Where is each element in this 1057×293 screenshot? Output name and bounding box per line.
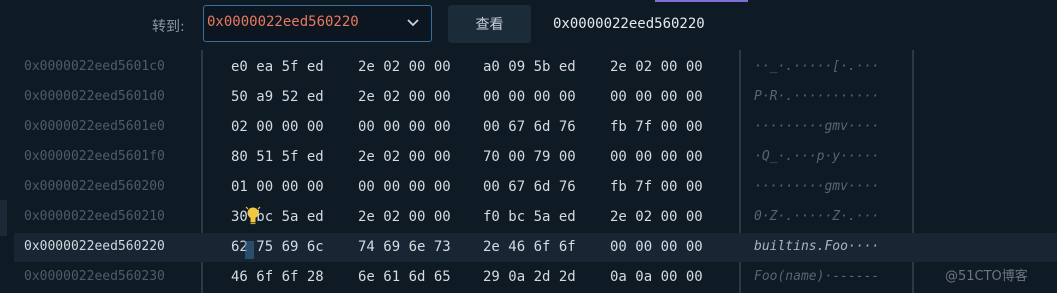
row-address: 0x0000022eed5601e0	[24, 119, 165, 134]
goto-label: 转到:	[152, 19, 185, 35]
hex-group[interactable]: 00 00 00 00	[610, 89, 703, 105]
view-button[interactable]: 查看	[448, 5, 531, 43]
hex-row[interactable]: 0x0000022eed560230 46 6f 6f 28 6e 61 6d …	[14, 263, 1057, 292]
address-input[interactable]: 0x0000022eed560220	[203, 5, 432, 42]
hex-group[interactable]: 2e 02 00 00	[610, 59, 703, 75]
hex-row[interactable]: 0x0000022eed5601d0 50 a9 52 ed 2e 02 00 …	[14, 83, 1057, 112]
hex-group[interactable]: 2e 02 00 00	[358, 89, 451, 105]
ascii-view[interactable]: ·Q_·.···p·y·····	[754, 149, 879, 164]
row-address: 0x0000022eed560220	[24, 239, 165, 254]
byte-cursor	[245, 241, 254, 259]
hex-group[interactable]: 80 51 5f ed	[231, 149, 324, 165]
ascii-view[interactable]: ·········gmv····	[754, 119, 879, 134]
hex-group[interactable]: a0 09 5b ed	[483, 59, 576, 75]
hex-row-selected[interactable]: 0x0000022eed560220 62 75 69 6c 74 69 6e …	[14, 233, 1057, 262]
hex-group[interactable]: 29 0a 2d 2d	[483, 269, 576, 285]
hex-group[interactable]: f0 bc 5a ed	[483, 209, 576, 225]
hex-group[interactable]: 00 00 00 00	[358, 119, 451, 135]
hex-group[interactable]: 0a 0a 00 00	[610, 269, 703, 285]
hex-row[interactable]: 0x0000022eed560200 01 00 00 00 00 00 00 …	[14, 173, 1057, 202]
row-address: 0x0000022eed5601d0	[24, 89, 165, 104]
hex-group[interactable]: fb 7f 00 00	[610, 119, 703, 135]
hex-group[interactable]: 2e 46 6f 6f	[483, 239, 576, 255]
row-address: 0x0000022eed5601f0	[24, 149, 165, 164]
ascii-view[interactable]: builtins.Foo····	[754, 239, 879, 254]
ascii-view[interactable]: 0·Z·.·····Z·.···	[754, 209, 879, 224]
hex-group[interactable]: 46 6f 6f 28	[231, 269, 324, 285]
hex-row[interactable]: 0x0000022eed5601c0 e0 ea 5f ed 2e 02 00 …	[14, 53, 1057, 82]
hex-row[interactable]: 0x0000022eed5601f0 80 51 5f ed 2e 02 00 …	[14, 143, 1057, 172]
hex-group[interactable]: 00 00 00 00	[483, 89, 576, 105]
hex-group[interactable]: 2e 02 00 00	[358, 59, 451, 75]
hex-group[interactable]: fb 7f 00 00	[610, 179, 703, 195]
lightbulb-icon[interactable]	[245, 206, 261, 226]
hex-group[interactable]: 00 00 00 00	[610, 239, 703, 255]
row-address: 0x0000022eed560210	[24, 209, 165, 224]
row-address: 0x0000022eed5601c0	[24, 59, 165, 74]
side-panel-handle[interactable]	[0, 200, 7, 236]
hex-group[interactable]: 00 00 00 00	[358, 179, 451, 195]
hex-group[interactable]: 50 a9 52 ed	[231, 89, 324, 105]
hex-group[interactable]: 2e 02 00 00	[358, 149, 451, 165]
active-tab-indicator	[655, 0, 748, 2]
ascii-view[interactable]: ·········gmv····	[754, 179, 879, 194]
hex-group[interactable]: 02 00 00 00	[231, 119, 324, 135]
hex-group[interactable]: 01 00 00 00	[231, 179, 324, 195]
chevron-down-icon[interactable]	[407, 18, 419, 28]
hex-view[interactable]: 0x0000022eed5601c0 e0 ea 5f ed 2e 02 00 …	[14, 50, 1057, 293]
hex-group[interactable]: 00 67 6d 76	[483, 119, 576, 135]
hex-group[interactable]: 2e 02 00 00	[358, 209, 451, 225]
hex-group[interactable]: 00 00 00 00	[610, 149, 703, 165]
hex-group[interactable]: 74 69 6e 73	[358, 239, 451, 255]
row-address: 0x0000022eed560230	[24, 269, 165, 284]
hex-group[interactable]: 6e 61 6d 65	[358, 269, 451, 285]
hex-row[interactable]: 0x0000022eed5601e0 02 00 00 00 00 00 00 …	[14, 113, 1057, 142]
hex-group[interactable]: 2e 02 00 00	[610, 209, 703, 225]
watermark: @51CTO博客	[945, 269, 1028, 284]
ascii-view[interactable]: Foo(name)·------	[754, 269, 879, 284]
current-address: 0x0000022eed560220	[553, 16, 705, 32]
ascii-view[interactable]: ··_·.·····[·.···	[754, 59, 879, 74]
ascii-view[interactable]: P·R·.···········	[754, 89, 879, 104]
toolbar: 转到: 0x0000022eed560220 查看 0x0000022eed56…	[0, 0, 1057, 50]
hex-row[interactable]: 0x0000022eed560210 30 bc 5a ed 2e 02 00 …	[14, 203, 1057, 232]
hex-group[interactable]: e0 ea 5f ed	[231, 59, 324, 75]
row-address: 0x0000022eed560200	[24, 179, 165, 194]
hex-group[interactable]: 00 67 6d 76	[483, 179, 576, 195]
address-input-value[interactable]: 0x0000022eed560220	[207, 14, 359, 30]
hex-group[interactable]: 70 00 79 00	[483, 149, 576, 165]
